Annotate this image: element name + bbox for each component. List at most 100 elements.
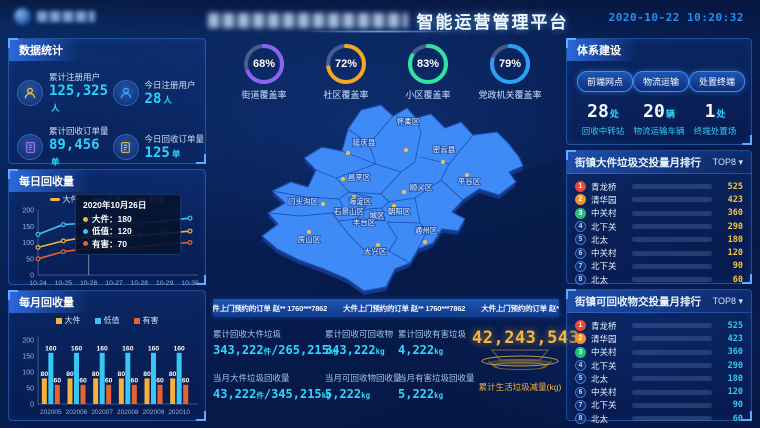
gauge-value: 83% xyxy=(406,42,450,86)
order-ticker: 大件上门预约的订单 赵** 1760***7862大件上门预约的订单 赵** 1… xyxy=(213,299,559,317)
rank-badge: 1 xyxy=(575,320,586,331)
district-label: 丰台区 xyxy=(353,217,376,227)
summary-label: 当月大件垃圾回收量 xyxy=(213,372,325,384)
stat-item: 今日注册用户28人 xyxy=(113,71,205,115)
rank-name: 中关村 xyxy=(591,386,627,398)
svg-text:80: 80 xyxy=(143,371,151,378)
svg-text:202006: 202006 xyxy=(66,409,88,416)
tooltip-row: 低值：120 xyxy=(83,225,173,237)
rank-value: 290 xyxy=(717,361,743,371)
system-tab[interactable]: 处置终端 xyxy=(689,71,745,92)
svg-text:202005: 202005 xyxy=(40,409,62,416)
svg-text:10-25: 10-25 xyxy=(55,280,73,287)
chevron-down-icon: ▾ xyxy=(738,157,743,167)
rank-bar-track xyxy=(632,350,712,355)
stat-text: 累计回收订单量89,456单 xyxy=(49,125,109,169)
order-icon xyxy=(113,134,139,160)
rank-badge: 1 xyxy=(575,181,586,192)
rank-value: 180 xyxy=(717,235,743,245)
gauge-label: 街道覆盖率 xyxy=(224,88,304,101)
district-dot xyxy=(307,230,311,234)
user-icon xyxy=(17,80,43,106)
top8-filter[interactable]: TOP8 ▾ xyxy=(713,296,743,307)
district-label: 海淀区 xyxy=(349,196,372,206)
system-stat: 20辆物流运输车辆 xyxy=(631,101,687,137)
ranking-title: 街镇可回收物交投量月排行 xyxy=(575,294,701,309)
district-label: 石景山区 xyxy=(334,206,364,216)
rank-bar-track xyxy=(632,264,712,269)
svg-text:0: 0 xyxy=(30,402,34,409)
coverage-gauge: 68% 街道覆盖率 xyxy=(224,42,304,108)
ticker-item: 大件上门预约的订单 赵** 1760***7862 xyxy=(481,303,559,314)
rank-name: 青龙桥 xyxy=(591,320,627,332)
system-stat-label: 回收中转站 xyxy=(575,125,631,137)
tooltip-row: 有害：70 xyxy=(83,238,173,250)
ranking-row: 3中关村360 xyxy=(575,207,743,220)
district-dot xyxy=(402,190,406,194)
beijing-district-map[interactable]: 延庆县怀柔区密云县昌平区顺义区平谷区门头沟区海淀区石景山区城区朝阳区丰台区房山区… xyxy=(211,102,561,300)
rank-name: 中关村 xyxy=(591,207,627,219)
stats-grid: 累计注册用户125,325人今日注册用户28人累计回收订单量89,456单今日回… xyxy=(9,61,205,169)
svg-text:160: 160 xyxy=(148,345,160,352)
rank-name: 北太 xyxy=(591,274,627,286)
total-reduction-block: 42,243,543 累计生活垃圾减量(kg) xyxy=(472,328,568,393)
stat-label: 累计回收订单量 xyxy=(49,125,109,137)
system-stat-value: 28处 xyxy=(575,101,631,122)
svg-text:200: 200 xyxy=(22,208,34,215)
rank-badge: 3 xyxy=(575,208,586,219)
svg-text:200: 200 xyxy=(22,338,34,345)
district-dot xyxy=(321,202,325,206)
svg-text:80: 80 xyxy=(169,371,177,378)
total-reduction-label: 累计生活垃圾减量(kg) xyxy=(472,381,568,393)
page-title: 智能运营管理平台 xyxy=(417,8,569,33)
ranking-row: 4北下关290 xyxy=(575,359,743,372)
svg-text:160: 160 xyxy=(173,345,185,352)
rank-bar-track xyxy=(632,197,712,202)
svg-text:60: 60 xyxy=(79,377,87,384)
series-dot xyxy=(83,241,88,246)
district-label: 通州区 xyxy=(415,225,438,235)
svg-text:100: 100 xyxy=(22,240,34,247)
summary-item: 当月可回收物回收量5,222kg xyxy=(325,372,398,401)
system-stat: 1处终端处置场 xyxy=(687,101,743,137)
ranking-row: 2清华园423 xyxy=(575,193,743,206)
legend-item[interactable]: 大件 xyxy=(56,315,81,326)
system-stat: 28处回收中转站 xyxy=(575,101,631,137)
svg-text:160: 160 xyxy=(96,345,108,352)
svg-text:10-27: 10-27 xyxy=(105,280,123,287)
rank-bar-track xyxy=(632,390,712,395)
panel-title: 数据统计 xyxy=(9,39,79,61)
rank-name: 北太 xyxy=(591,373,627,385)
legend-swatch xyxy=(134,318,140,324)
gauge-ring: 72% xyxy=(324,42,368,86)
svg-text:150: 150 xyxy=(22,354,34,361)
summary-value: 343,222kg xyxy=(325,343,398,357)
system-stat-value: 1处 xyxy=(687,101,743,122)
top8-filter[interactable]: TOP8 ▾ xyxy=(713,157,743,168)
summary-label: 累计回收可回收物 xyxy=(325,328,398,340)
svg-text:50: 50 xyxy=(26,386,34,393)
stat-value: 89,456单 xyxy=(49,137,109,169)
gauge-label: 小区覆盖率 xyxy=(388,88,468,101)
summary-item: 累计回收大件垃圾343,222件/265,215kg xyxy=(213,328,325,357)
summary-item: 当月大件垃圾回收量43,222件/345,215kg xyxy=(213,372,325,401)
rank-bar-track xyxy=(632,277,712,282)
rank-value: 60 xyxy=(717,275,743,285)
system-tab[interactable]: 物流运输 xyxy=(633,71,689,92)
ranking-row: 3中关村360 xyxy=(575,346,743,359)
gauge-ring: 68% xyxy=(242,42,286,86)
gauge-value: 72% xyxy=(324,42,368,86)
svg-text:60: 60 xyxy=(105,377,113,384)
legend-item[interactable]: 低值 xyxy=(95,315,120,326)
system-tabs: 前端网点物流运输处置终端 xyxy=(567,61,751,92)
svg-text:80: 80 xyxy=(92,371,100,378)
ranking-row: 8北太60 xyxy=(575,273,743,286)
recyclable-ranking-panel: 街镇可回收物交投量月排行 TOP8 ▾ 1青龙桥5252清华园4233中关村36… xyxy=(566,289,752,421)
rank-bar-track xyxy=(632,251,712,256)
district-label: 朝阳区 xyxy=(388,207,411,216)
svg-text:150: 150 xyxy=(22,224,34,231)
legend-item[interactable]: 有害 xyxy=(134,315,159,326)
ranking-row: 7北下关90 xyxy=(575,399,743,412)
system-tab[interactable]: 前端网点 xyxy=(577,71,633,92)
rank-bar-track xyxy=(632,416,712,421)
